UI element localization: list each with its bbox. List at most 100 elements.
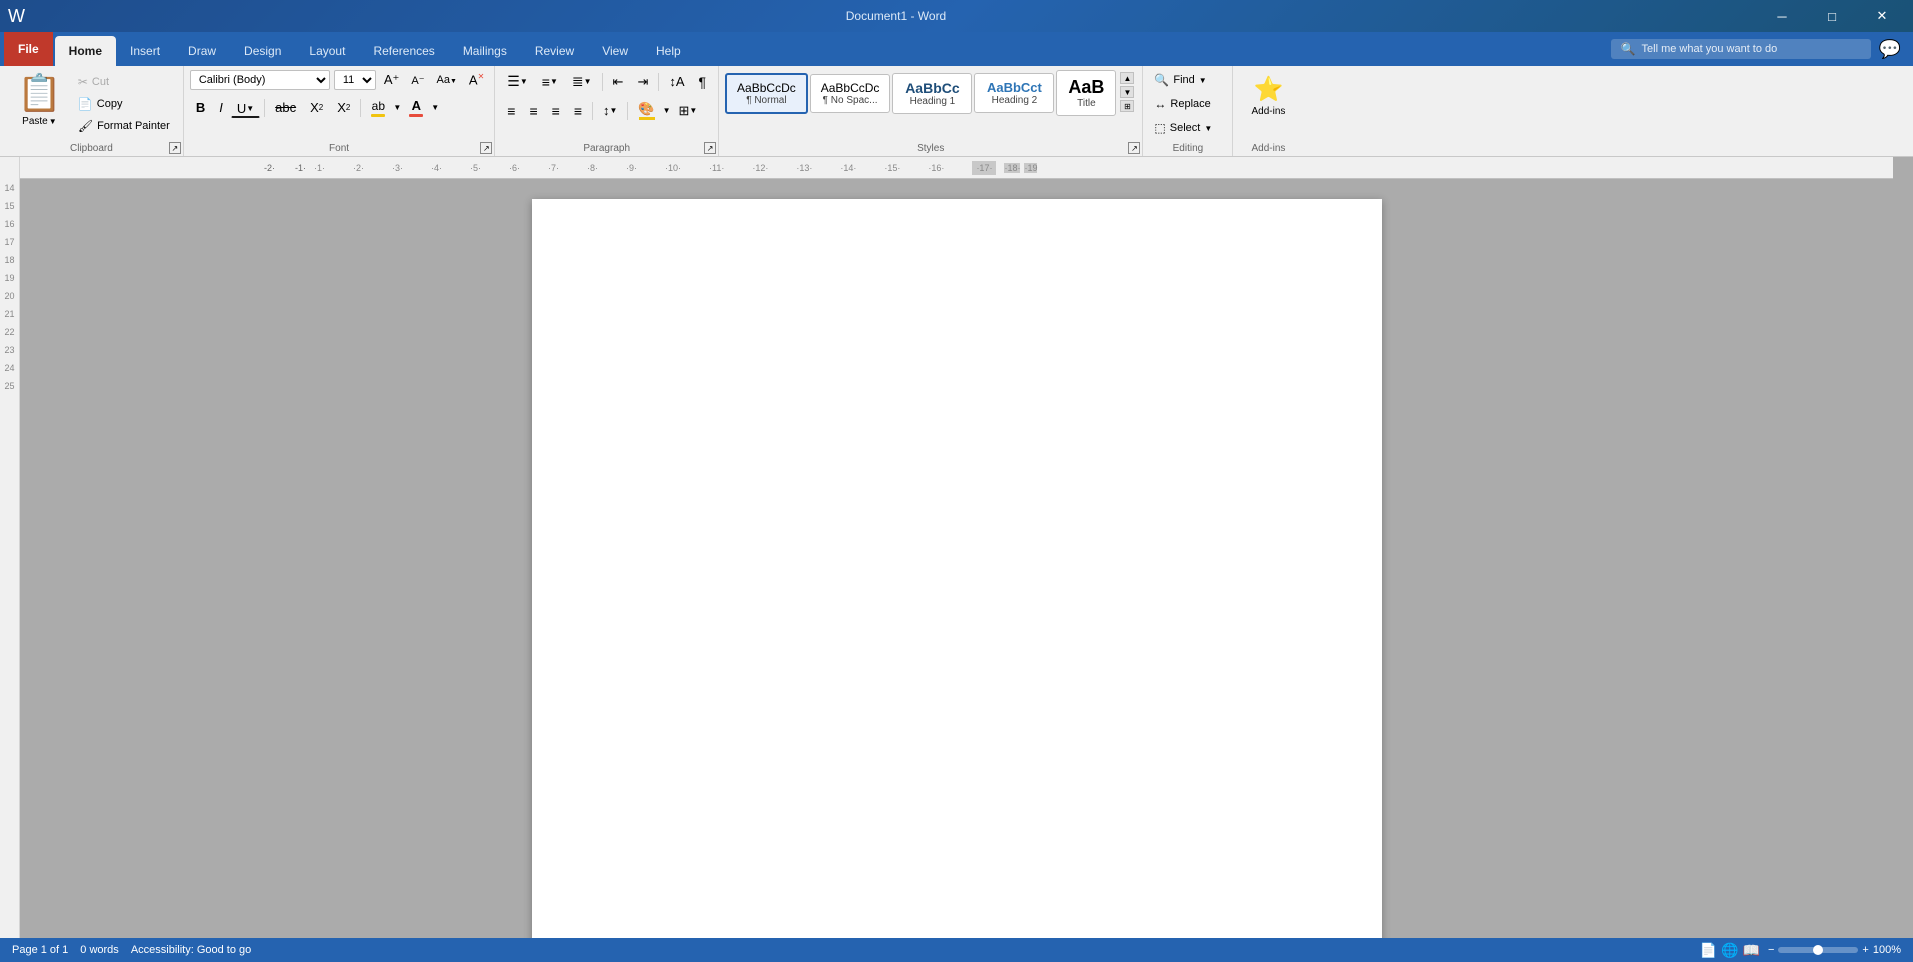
format-painter-button[interactable]: 🖌 Format Painter: [73, 116, 175, 136]
justify-button[interactable]: ≡: [568, 100, 588, 122]
tab-layout[interactable]: Layout: [295, 36, 359, 66]
zoom-in-btn[interactable]: +: [1862, 944, 1868, 956]
styles-scroll-down[interactable]: ▼: [1120, 86, 1134, 98]
italic-button[interactable]: I: [213, 97, 229, 118]
ruler-mark: 14: [0, 175, 19, 193]
style-normal-label: ¶ Normal: [737, 95, 796, 106]
addins-label: Add-ins: [1251, 106, 1285, 117]
find-button[interactable]: 🔍 Find ▼: [1149, 70, 1211, 90]
tab-draw[interactable]: Draw: [174, 36, 230, 66]
underline-button[interactable]: U ▼: [231, 98, 260, 118]
change-case-button[interactable]: Aa▼: [433, 72, 461, 88]
font-expand[interactable]: ↗: [480, 142, 492, 154]
clipboard-group: 📋 Paste ▼ ✂ Cut 📄: [0, 66, 184, 156]
para-sep-2: [658, 73, 659, 91]
sort-button[interactable]: ↕A: [663, 71, 690, 92]
web-layout-btn[interactable]: 🌐: [1721, 942, 1738, 959]
bullets-button[interactable]: ☰ ▼: [501, 70, 533, 93]
ruler-mark: 17: [0, 229, 19, 247]
styles-scroll-up[interactable]: ▲: [1120, 72, 1134, 84]
ribbon-search-box[interactable]: 🔍 Tell me what you want to do: [1611, 39, 1871, 59]
replace-button[interactable]: ↔ Replace: [1149, 94, 1215, 114]
print-layout-btn[interactable]: 📄: [1700, 942, 1717, 959]
style-heading2[interactable]: AaBbCct Heading 2: [974, 73, 1054, 113]
fmt-sep-2: [360, 99, 361, 117]
underline-icon: U: [237, 101, 246, 116]
zoom-out-btn[interactable]: −: [1768, 944, 1774, 956]
font-color-button[interactable]: A: [403, 95, 429, 120]
editing-group: 🔍 Find ▼ ↔ Replace ⬚ Select ▼ Editing: [1143, 66, 1233, 156]
addins-content: ⭐ Add-ins: [1239, 70, 1297, 138]
shading-dropdown[interactable]: ▼: [663, 106, 671, 115]
borders-icon: ⊞: [679, 103, 690, 119]
tab-view[interactable]: View: [588, 36, 642, 66]
font-family-select[interactable]: Calibri (Body): [190, 70, 330, 90]
format-painter-label: Format Painter: [97, 120, 170, 132]
para-sep-3: [592, 102, 593, 120]
copy-label: Copy: [97, 98, 123, 110]
maximize-button[interactable]: □: [1809, 0, 1855, 32]
decrease-indent-button[interactable]: ⇤: [607, 71, 630, 93]
styles-group: AaBbCcDc ¶ Normal AaBbCcDc ¶ No Spac... …: [719, 66, 1143, 156]
zoom-level[interactable]: 100%: [1873, 944, 1901, 956]
font-group: Calibri (Body) 11 A⁺ A⁻ Aa▼ A✕: [184, 66, 495, 156]
chat-icon[interactable]: 💬: [1879, 39, 1901, 60]
read-mode-btn[interactable]: 📖: [1743, 942, 1760, 959]
clipboard-expand[interactable]: ↗: [169, 142, 181, 154]
superscript-button[interactable]: X2: [331, 97, 356, 118]
line-spacing-dropdown: ▼: [609, 106, 617, 115]
paragraph-group: ☰ ▼ ≡ ▼ ≣ ▼ ⇤: [495, 66, 719, 156]
shading-button[interactable]: 🎨: [632, 98, 660, 123]
tab-insert[interactable]: Insert: [116, 36, 174, 66]
font-size-select[interactable]: 11: [334, 70, 376, 90]
line-spacing-button[interactable]: ↕ ▼: [597, 100, 623, 121]
paste-label-area[interactable]: Paste ▼: [22, 116, 57, 127]
paste-button[interactable]: 📋: [8, 70, 71, 116]
ribbon-tabs-row: File Home Insert Draw Design Layout Refe…: [0, 32, 1599, 66]
tab-file[interactable]: File: [4, 32, 53, 66]
tab-help[interactable]: Help: [642, 36, 695, 66]
zoom-slider-thumb[interactable]: [1813, 945, 1823, 955]
styles-expand-gallery[interactable]: ⊞: [1120, 100, 1134, 112]
highlight-dropdown[interactable]: ▼: [393, 103, 401, 112]
align-left-button[interactable]: ≡: [501, 100, 521, 122]
addins-button[interactable]: ⭐ Add-ins: [1242, 70, 1294, 122]
select-dropdown: ▼: [1204, 124, 1212, 133]
styles-expand[interactable]: ↗: [1128, 142, 1140, 154]
tab-review[interactable]: Review: [521, 36, 588, 66]
close-button[interactable]: ✕: [1859, 0, 1905, 32]
text-highlight-button[interactable]: ab: [365, 96, 391, 120]
show-paragraph-button[interactable]: ¶: [693, 71, 713, 93]
font-shrink-button[interactable]: A⁻: [407, 72, 428, 89]
find-label: Find: [1173, 74, 1194, 86]
tab-references[interactable]: References: [359, 36, 448, 66]
cut-button[interactable]: ✂ Cut: [73, 72, 175, 92]
numbering-button[interactable]: ≡ ▼: [536, 71, 564, 93]
style-nospace[interactable]: AaBbCcDc ¶ No Spac...: [810, 74, 891, 113]
minimize-button[interactable]: ─: [1759, 0, 1805, 32]
align-center-button[interactable]: ≡: [523, 100, 543, 122]
font-grow-button[interactable]: A⁺: [380, 70, 404, 90]
select-button[interactable]: ⬚ Select ▼: [1149, 118, 1217, 138]
clear-format-button[interactable]: A✕: [465, 70, 488, 89]
tab-design[interactable]: Design: [230, 36, 295, 66]
font-color-bar: [409, 114, 423, 117]
paragraph-expand[interactable]: ↗: [704, 142, 716, 154]
borders-button[interactable]: ⊞ ▼: [673, 100, 704, 122]
style-heading1[interactable]: AaBbCc Heading 1: [892, 73, 972, 114]
scroll-area[interactable]: 🎓: [20, 179, 1893, 938]
zoom-slider[interactable]: [1778, 947, 1858, 953]
copy-button[interactable]: 📄 Copy: [73, 94, 175, 114]
multilevel-button[interactable]: ≣ ▼: [566, 70, 598, 93]
style-title[interactable]: AaB Title: [1056, 70, 1116, 116]
increase-indent-button[interactable]: ⇥: [631, 71, 654, 93]
bold-button[interactable]: B: [190, 97, 211, 118]
subscript-button[interactable]: X2: [304, 97, 329, 118]
align-right-button[interactable]: ≡: [546, 100, 566, 122]
font-color-dropdown[interactable]: ▼: [431, 103, 439, 112]
tab-home[interactable]: Home: [55, 36, 116, 66]
tab-mailings[interactable]: Mailings: [449, 36, 521, 66]
style-normal[interactable]: AaBbCcDc ¶ Normal: [725, 73, 808, 114]
document-page[interactable]: 🎓: [532, 199, 1382, 938]
strikethrough-button[interactable]: abc: [269, 97, 302, 118]
